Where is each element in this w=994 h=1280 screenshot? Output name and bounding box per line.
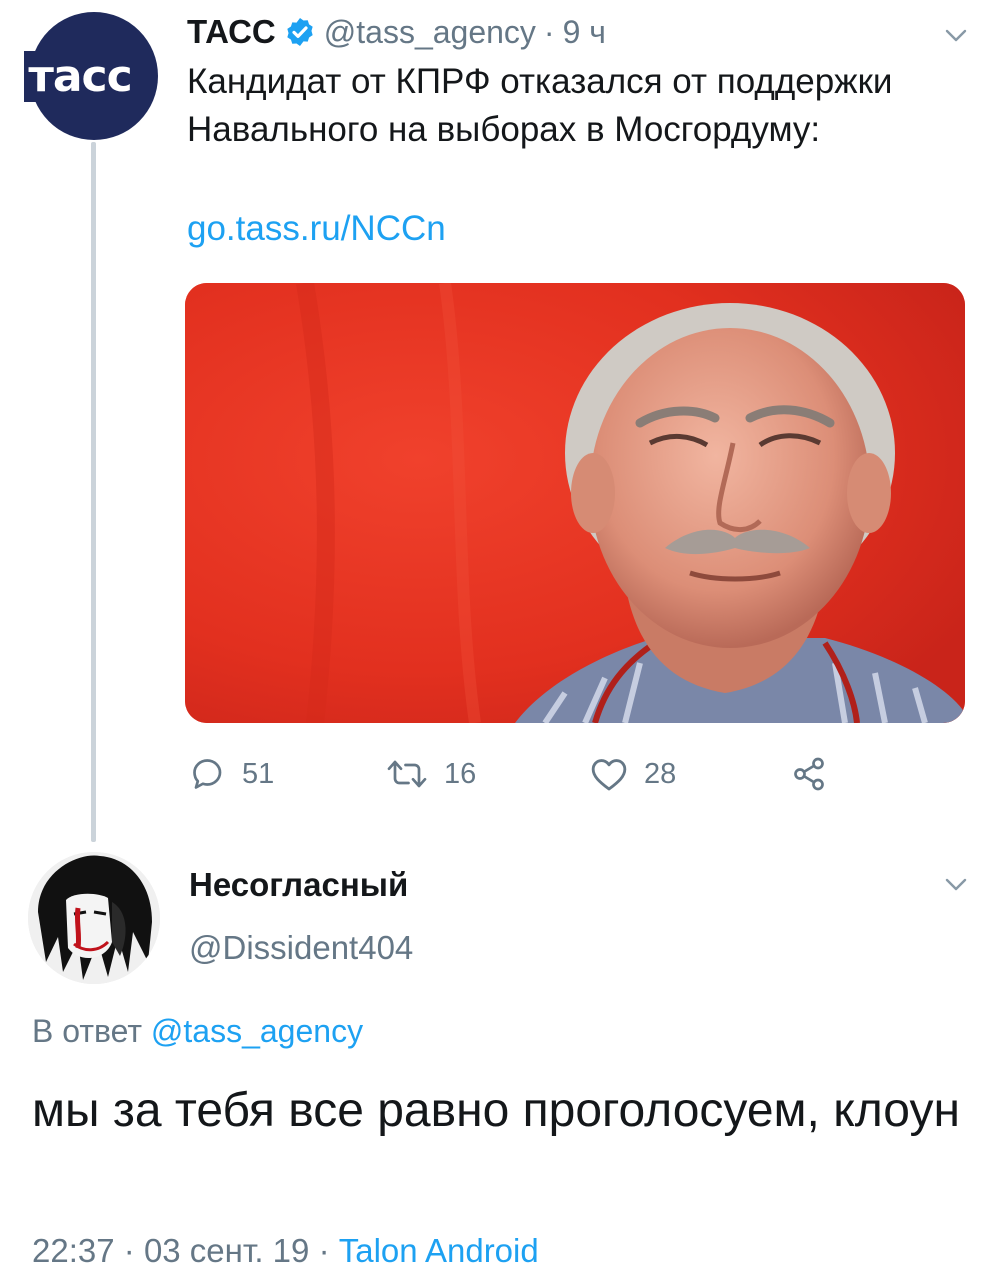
author-name[interactable]: ТАСС <box>187 13 276 51</box>
reply-text: мы за тебя все равно проголосуем, клоун <box>32 1084 960 1137</box>
tweet-photo[interactable] <box>185 283 965 723</box>
tweet-timestamp: 22:37 <box>32 1232 115 1269</box>
tweet-date: 03 сент. 19 <box>143 1232 310 1269</box>
share-icon <box>794 757 824 791</box>
chevron-down-icon[interactable] <box>944 28 968 44</box>
separator-dot: · <box>318 1232 330 1269</box>
user-avatar[interactable] <box>28 852 160 984</box>
tweet-actions: 51 16 28 <box>190 752 870 796</box>
reply-author-name[interactable]: Несогласный <box>189 866 408 904</box>
chevron-down-icon[interactable] <box>944 877 968 893</box>
anime-avatar-image <box>28 852 160 984</box>
verified-icon <box>287 18 313 46</box>
share-action[interactable] <box>790 752 828 796</box>
client-link[interactable]: Talon Android <box>339 1232 539 1269</box>
separator-dot: · <box>543 13 555 50</box>
thread-connector-line <box>91 142 96 842</box>
tweet-header: ТАСС @tass_agency · 9 ч <box>187 12 606 52</box>
author-handle[interactable]: @tass_agency <box>324 14 536 51</box>
tweet-meta: 22:37 · 03 сент. 19 · Talon Android <box>32 1232 539 1270</box>
tass-avatar[interactable]: тасс <box>24 12 158 140</box>
retweet-action[interactable]: 16 <box>386 752 476 796</box>
retweet-icon <box>387 760 427 788</box>
tweet-text: Кандидат от КПРФ отказался от поддержки … <box>187 62 893 149</box>
separator-dot: · <box>123 1232 135 1269</box>
reply-context: В ответ @tass_agency <box>32 1013 363 1050</box>
retweet-count: 16 <box>444 757 477 790</box>
photo-portrait <box>185 283 965 723</box>
reply-prefix: В ответ <box>32 1013 143 1049</box>
tweet-time[interactable]: 9 ч <box>563 14 606 51</box>
tweet-link[interactable]: go.tass.ru/NCCn <box>187 205 446 253</box>
reply-mention-link[interactable]: @tass_agency <box>151 1013 363 1049</box>
reply-icon <box>193 759 222 789</box>
like-count: 28 <box>644 757 677 790</box>
reply-count: 51 <box>242 757 275 790</box>
reply-author-handle[interactable]: @Dissident404 <box>189 929 413 967</box>
like-action[interactable]: 28 <box>590 752 676 796</box>
like-icon <box>591 759 627 791</box>
reply-action[interactable]: 51 <box>190 752 274 796</box>
tass-logo: тасс <box>24 50 136 102</box>
